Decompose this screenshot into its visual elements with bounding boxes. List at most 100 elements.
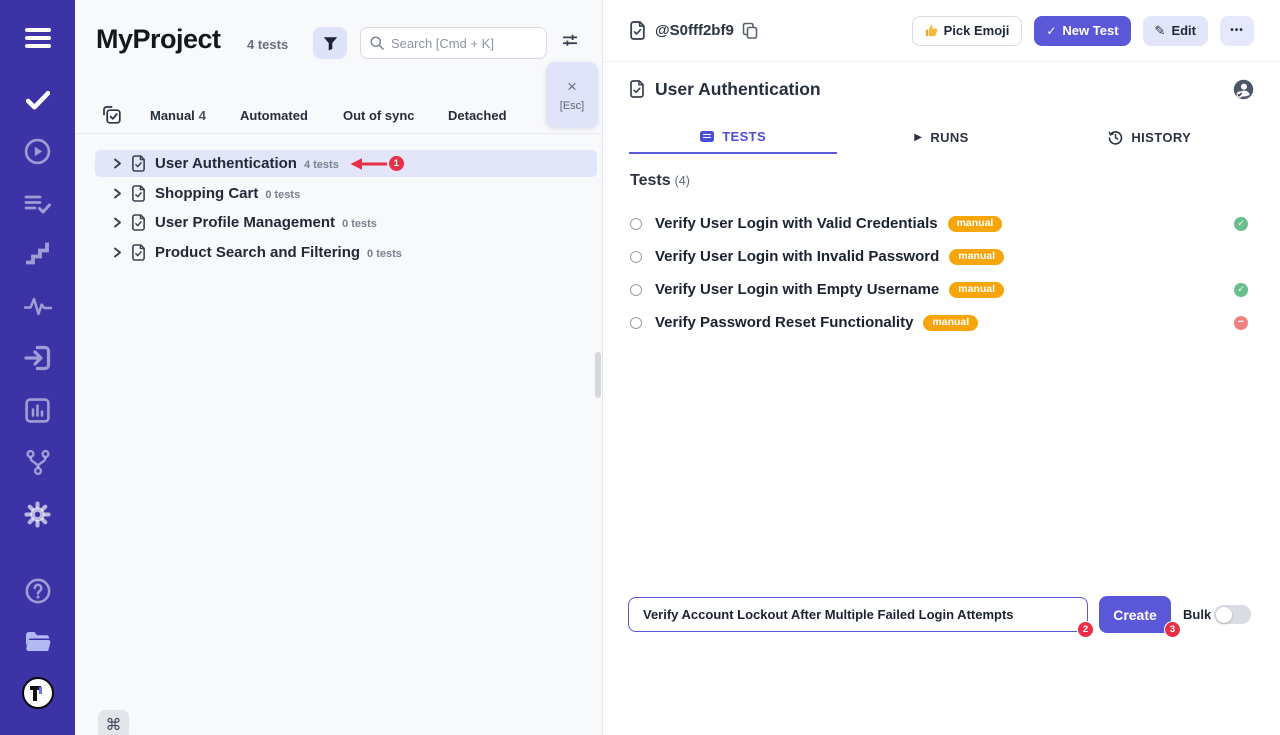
tune-icon[interactable] bbox=[562, 33, 578, 48]
new-test-button[interactable]: ✓ New Test bbox=[1034, 16, 1130, 46]
test-row[interactable]: Verify User Login with Invalid Password … bbox=[603, 243, 1280, 270]
tab-detached[interactable]: Detached bbox=[448, 97, 507, 133]
document-check-icon bbox=[131, 244, 146, 261]
funnel-icon bbox=[323, 36, 338, 51]
checklist-icon[interactable] bbox=[0, 193, 75, 214]
tests-section-count: (4) bbox=[675, 174, 690, 188]
header-actions: Pick Emoji ✓ New Test ✎ Edit ••• bbox=[912, 16, 1254, 46]
test-title: Verify Password Reset Functionality bbox=[655, 314, 913, 331]
steps-icon[interactable] bbox=[0, 242, 75, 265]
tab-out-of-sync[interactable]: Out of sync bbox=[343, 97, 415, 133]
tree-item-label: User Authentication bbox=[155, 155, 297, 172]
filter-button[interactable] bbox=[313, 27, 347, 59]
test-row[interactable]: Verify User Login with Empty Username ma… bbox=[603, 276, 1280, 303]
pick-emoji-button[interactable]: Pick Emoji bbox=[912, 16, 1023, 46]
reports-icon[interactable] bbox=[0, 398, 75, 423]
test-title: Verify User Login with Valid Credentials bbox=[655, 215, 938, 232]
tree-item-shopping-cart[interactable]: Shopping Cart 0 tests bbox=[95, 180, 597, 207]
tree-item-label: Shopping Cart bbox=[155, 185, 258, 202]
esc-hint: [Esc] bbox=[560, 100, 584, 112]
settings-icon[interactable] bbox=[0, 501, 75, 528]
tab-out-of-sync-label: Out of sync bbox=[343, 108, 415, 123]
import-icon[interactable] bbox=[0, 345, 75, 371]
close-icon[interactable]: × bbox=[567, 78, 577, 95]
test-row[interactable]: Verify Password Reset Functionality manu… bbox=[603, 309, 1280, 336]
project-tests-count: 4 tests bbox=[247, 37, 288, 52]
toggle-knob bbox=[1216, 607, 1232, 623]
bulk-label: Bulk bbox=[1183, 607, 1211, 622]
test-status-circle[interactable] bbox=[630, 251, 642, 263]
tree-item-count: 0 tests bbox=[265, 189, 300, 201]
test-title: Verify User Login with Invalid Password bbox=[655, 248, 939, 265]
menu-icon[interactable] bbox=[0, 27, 75, 49]
tab-history-label: HISTORY bbox=[1131, 130, 1191, 145]
bulk-toggle[interactable] bbox=[1214, 605, 1251, 624]
suite-ref-id: @S0fff2bf9 bbox=[655, 22, 734, 39]
tests-card-icon bbox=[700, 131, 714, 142]
tab-automated[interactable]: Automated bbox=[240, 97, 308, 133]
create-button[interactable]: Create bbox=[1099, 596, 1171, 633]
thumbs-up-icon bbox=[925, 24, 938, 37]
history-clock-icon bbox=[1108, 130, 1123, 145]
passed-icon: ✓ bbox=[1234, 283, 1248, 297]
annotation-arrow-icon bbox=[347, 157, 389, 171]
close-filter-card[interactable]: × [Esc] bbox=[546, 62, 598, 128]
document-check-icon bbox=[131, 214, 146, 231]
tree-item-label: User Profile Management bbox=[155, 214, 335, 231]
test-row[interactable]: Verify User Login with Valid Credentials… bbox=[603, 210, 1280, 237]
search-box[interactable] bbox=[360, 27, 547, 59]
help-icon[interactable] bbox=[0, 578, 75, 604]
test-title: Verify User Login with Empty Username bbox=[655, 281, 939, 298]
edit-label: Edit bbox=[1171, 23, 1196, 38]
branches-icon[interactable] bbox=[0, 449, 75, 476]
new-test-input[interactable] bbox=[628, 597, 1088, 632]
manual-badge: manual bbox=[949, 249, 1004, 265]
select-all-icon[interactable] bbox=[103, 106, 121, 124]
tab-history[interactable]: HISTORY bbox=[1046, 120, 1254, 154]
search-input[interactable] bbox=[391, 36, 538, 51]
tree-item-count: 4 tests bbox=[304, 159, 339, 171]
tab-manual-label: Manual bbox=[150, 108, 195, 123]
tree-item-user-profile-management[interactable]: User Profile Management 0 tests bbox=[95, 209, 597, 236]
suite-title: User Authentication bbox=[655, 79, 821, 100]
test-suites-panel: MyProject 4 tests × [Esc] Manual bbox=[75, 0, 603, 735]
scrollbar-thumb[interactable] bbox=[595, 352, 601, 398]
manual-badge: manual bbox=[949, 282, 1004, 298]
tests-section-title: Tests bbox=[630, 172, 671, 189]
runs-icon[interactable] bbox=[0, 138, 75, 165]
chevron-right-icon[interactable] bbox=[113, 188, 122, 199]
assignee-avatar-icon[interactable] bbox=[1233, 79, 1254, 100]
logo-icon[interactable] bbox=[0, 677, 75, 709]
tree-item-user-authentication[interactable]: User Authentication 4 tests 1 bbox=[95, 150, 597, 177]
filter-tabs: Manual 4 Automated Out of sync Detached bbox=[75, 97, 602, 134]
chevron-right-icon[interactable] bbox=[113, 217, 122, 228]
tab-tests[interactable]: TESTS bbox=[629, 120, 837, 154]
tree-item-count: 0 tests bbox=[342, 218, 377, 230]
annotation-badge-1: 1 bbox=[389, 156, 404, 171]
tests-icon[interactable] bbox=[0, 91, 75, 110]
edit-button[interactable]: ✎ Edit bbox=[1143, 16, 1208, 46]
test-status-circle[interactable] bbox=[630, 284, 642, 296]
pick-emoji-label: Pick Emoji bbox=[944, 23, 1010, 38]
projects-icon[interactable] bbox=[0, 630, 75, 653]
tab-manual[interactable]: Manual 4 bbox=[150, 97, 206, 133]
chevron-right-icon[interactable] bbox=[113, 158, 122, 169]
copy-icon[interactable] bbox=[742, 22, 758, 39]
annotation-badge-3: 3 bbox=[1164, 621, 1181, 638]
project-title: MyProject bbox=[96, 24, 221, 55]
more-menu-button[interactable]: ••• bbox=[1220, 16, 1254, 46]
search-icon bbox=[370, 36, 384, 50]
manual-badge: manual bbox=[923, 315, 978, 331]
chevron-right-icon[interactable] bbox=[113, 247, 122, 258]
tree-item-label: Product Search and Filtering bbox=[155, 244, 360, 261]
test-status-circle[interactable] bbox=[630, 218, 642, 230]
suite-detail-panel: @S0fff2bf9 Pick Emoji ✓ New Test ✎ Edit bbox=[603, 0, 1280, 735]
test-status-circle[interactable] bbox=[630, 317, 642, 329]
tab-runs[interactable]: ▶ RUNS bbox=[837, 120, 1045, 154]
new-test-label: New Test bbox=[1062, 23, 1118, 38]
tree-item-product-search-and-filtering[interactable]: Product Search and Filtering 0 tests bbox=[95, 239, 597, 266]
tests-section-heading: Tests (4) bbox=[630, 172, 690, 190]
command-key-hint[interactable]: ⌘ bbox=[98, 710, 129, 735]
activity-icon[interactable] bbox=[0, 297, 75, 316]
app-window: MyProject 4 tests × [Esc] Manual bbox=[0, 0, 1280, 735]
